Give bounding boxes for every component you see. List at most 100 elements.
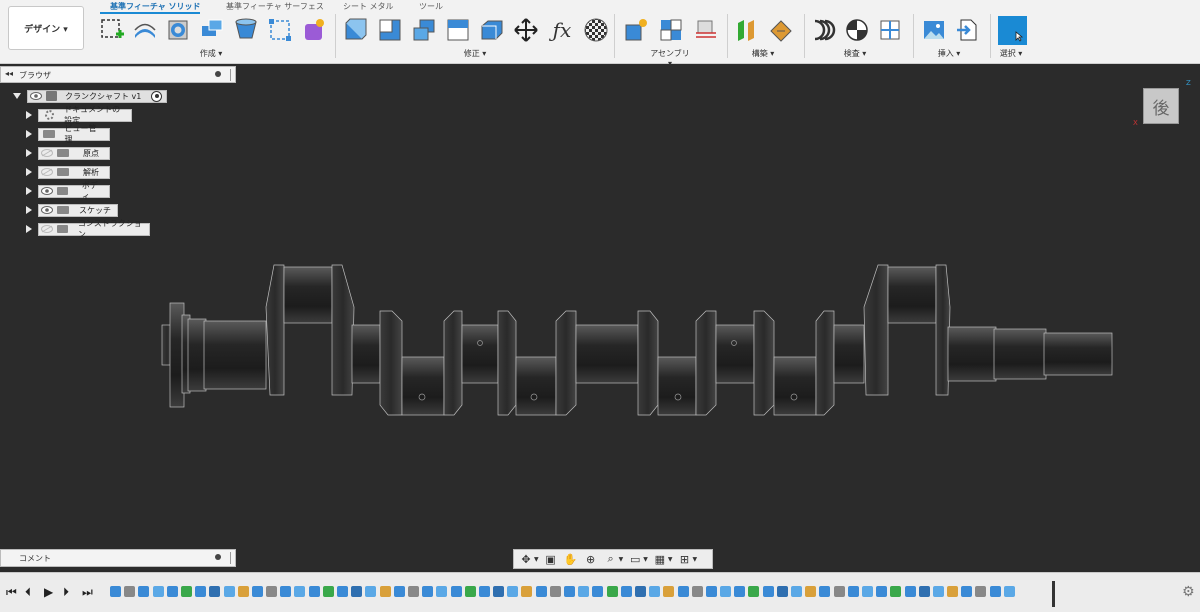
tree-node[interactable]: 原点 (38, 146, 110, 160)
visibility-eye-icon[interactable] (41, 187, 53, 195)
timeline-feature-icon[interactable] (776, 586, 788, 597)
expand-toggle-icon[interactable] (26, 111, 32, 119)
timeline-feature-icon[interactable] (493, 586, 505, 597)
group-modify-label[interactable]: 修正 ▾ (460, 48, 490, 59)
fit-icon[interactable]: ⌕ (603, 552, 619, 566)
timeline-feature-icon[interactable] (124, 586, 136, 597)
expand-toggle-icon[interactable] (26, 168, 32, 176)
fillet-icon[interactable] (376, 16, 404, 44)
group-select-label[interactable]: 選択 ▾ (996, 48, 1026, 59)
chevron-down-icon[interactable]: ▼ (643, 556, 648, 563)
timeline-feature-icon[interactable] (280, 586, 292, 597)
create-form-icon[interactable] (300, 16, 328, 44)
rib-icon[interactable] (266, 16, 294, 44)
sweep-icon[interactable] (198, 16, 226, 44)
tree-node[interactable]: ボディ (38, 181, 110, 201)
display-settings-icon[interactable]: ▭ (627, 552, 643, 566)
timeline-feature-icon[interactable] (705, 586, 717, 597)
timeline-feature-icon[interactable] (266, 586, 278, 597)
insert-mesh-icon[interactable] (954, 16, 982, 44)
expand-toggle-icon[interactable] (13, 93, 21, 99)
expand-toggle-icon[interactable] (26, 187, 32, 195)
timeline-feature-icon[interactable] (407, 586, 419, 597)
timeline-feature-icon[interactable] (251, 586, 263, 597)
move-icon[interactable] (512, 16, 540, 44)
plane-at-angle-icon[interactable] (767, 16, 795, 44)
tab-solid[interactable]: 基準フィーチャ ソリッド (110, 1, 201, 12)
appearance-icon[interactable] (582, 16, 610, 44)
timeline-feature-icon[interactable] (748, 586, 760, 597)
timeline-feature-icon[interactable] (365, 586, 377, 597)
gear-icon[interactable]: ⚙ (1182, 584, 1195, 600)
timeline-feature-icon[interactable] (152, 586, 164, 597)
timeline-feature-icon[interactable] (634, 586, 646, 597)
panel-options-icon[interactable] (215, 71, 221, 77)
measure-icon[interactable] (810, 16, 838, 44)
timeline-feature-icon[interactable] (663, 586, 675, 597)
group-create-label[interactable]: 作成 ▾ (196, 48, 226, 59)
extrude-icon[interactable] (131, 16, 159, 44)
timeline-feature-icon[interactable] (918, 586, 930, 597)
expand-toggle-icon[interactable] (26, 225, 32, 233)
grid-icon[interactable]: ▦ (652, 552, 668, 566)
tab-surface[interactable]: 基準フィーチャ サーフェス (226, 1, 324, 12)
timeline-feature-icon[interactable] (436, 586, 448, 597)
timeline-feature-icon[interactable] (564, 586, 575, 597)
tree-node[interactable]: コンストラクション (38, 219, 150, 239)
timeline-feature-icon[interactable] (535, 586, 547, 597)
timeline-feature-icon[interactable] (393, 586, 405, 597)
browser-panel-header[interactable]: ◂◂ ブラウザ (0, 66, 236, 83)
revolve-icon[interactable] (164, 16, 192, 44)
timeline-feature-icon[interactable] (578, 586, 590, 597)
chamfer-icon[interactable] (410, 16, 438, 44)
section-analysis-icon[interactable] (843, 16, 871, 44)
timeline-feature-icon[interactable] (379, 586, 391, 597)
tab-tools[interactable]: ツール (419, 1, 443, 12)
create-sketch-icon[interactable] (98, 16, 126, 44)
timeline-feature-icon[interactable] (521, 586, 533, 597)
timeline-feature-icon[interactable] (932, 586, 944, 597)
joint-icon[interactable] (657, 16, 685, 44)
tree-node[interactable]: スケッチ (38, 203, 118, 217)
timeline-feature-icon[interactable] (478, 586, 490, 597)
timeline-feature-icon[interactable] (549, 586, 561, 597)
tree-item-origin[interactable]: 原点 (26, 146, 110, 160)
chevron-down-icon[interactable]: ▼ (668, 556, 673, 563)
pan-hand-icon[interactable]: ✋ (563, 552, 579, 566)
timeline-feature-icon[interactable] (351, 586, 363, 597)
new-component-icon[interactable] (622, 16, 650, 44)
group-insert-label[interactable]: 挿入 ▾ (934, 48, 964, 59)
group-assemble-label[interactable]: アセンブリ ▾ (650, 48, 690, 68)
tab-sheet-metal[interactable]: シート メタル (343, 1, 394, 12)
offset-plane-icon[interactable] (734, 16, 762, 44)
timeline-feature-icon[interactable] (791, 586, 802, 597)
timeline-feature-icon[interactable] (195, 586, 207, 597)
timeline-feature-icon[interactable] (209, 586, 221, 597)
insert-image-icon[interactable] (920, 16, 948, 44)
shell-icon[interactable] (444, 16, 472, 44)
tree-item-document-settings[interactable]: ドキュメントの設定 (26, 105, 132, 125)
tree-item-named-views[interactable]: ビュー管理 (26, 124, 110, 144)
visibility-eye-icon[interactable] (41, 225, 53, 233)
expand-toggle-icon[interactable] (26, 206, 32, 214)
loft-icon[interactable] (232, 16, 260, 44)
tree-item-sketches[interactable]: スケッチ (26, 203, 118, 217)
chevron-down-icon[interactable]: ▼ (619, 556, 624, 563)
timeline-feature-icon[interactable] (989, 586, 1001, 597)
timeline-feature-icon[interactable] (947, 586, 959, 597)
viewports-icon[interactable]: ⊞ (677, 552, 693, 566)
visibility-eye-icon[interactable] (30, 92, 42, 100)
chevron-down-icon[interactable]: ▼ (693, 556, 698, 563)
timeline-feature-icon[interactable] (237, 586, 249, 597)
parameters-icon[interactable]: ƒx (548, 16, 576, 44)
timeline-feature-icon[interactable] (805, 586, 817, 597)
timeline-feature-icon[interactable] (337, 586, 348, 597)
workspace-switcher[interactable]: デザイン ▾ (8, 6, 84, 50)
timeline-feature-icon[interactable] (762, 586, 774, 597)
timeline-feature-icon[interactable] (620, 586, 632, 597)
visibility-eye-icon[interactable] (41, 149, 53, 157)
root-component-node[interactable]: クランクシャフト v1 (27, 89, 168, 103)
timeline-feature-icon[interactable] (876, 586, 888, 597)
timeline-feature-icon[interactable] (961, 586, 973, 597)
timeline-feature-icon[interactable] (819, 586, 831, 597)
